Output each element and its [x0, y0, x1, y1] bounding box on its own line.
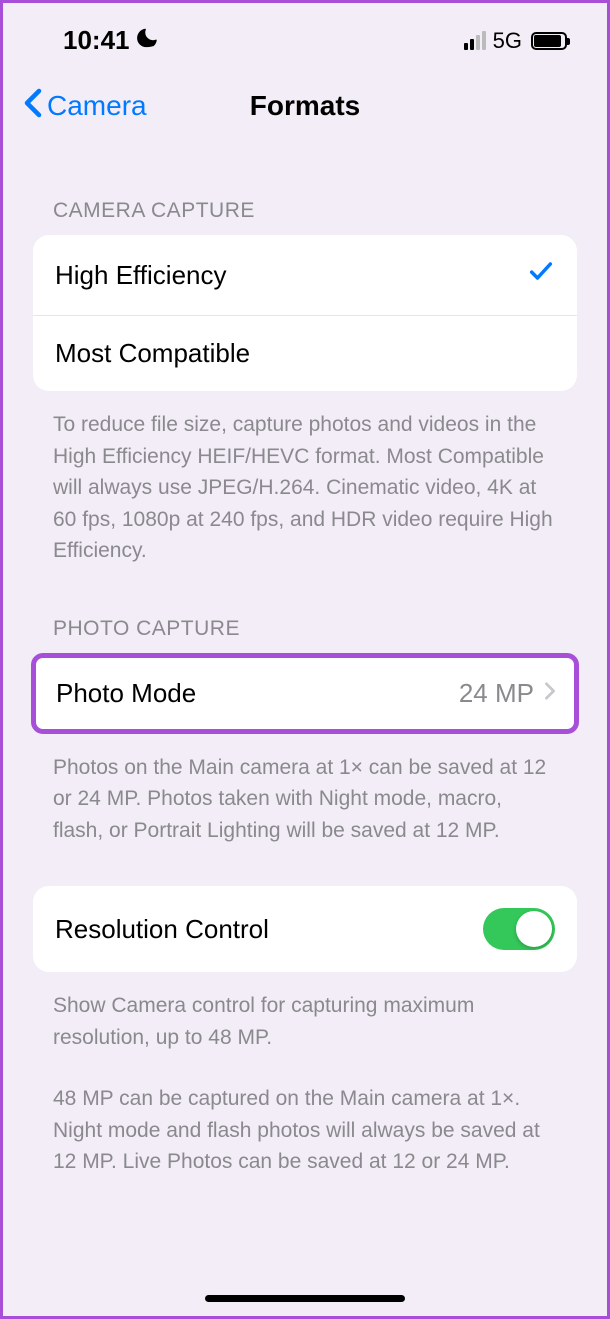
- battery-icon: [531, 32, 567, 50]
- status-time: 10:41: [63, 25, 130, 56]
- option-high-efficiency[interactable]: High Efficiency: [33, 235, 577, 315]
- photo-mode-value-group: 24 MP: [459, 678, 556, 709]
- photo-mode-group-highlighted: Photo Mode 24 MP: [31, 653, 579, 734]
- status-right-group: 5G: [464, 28, 567, 54]
- resolution-footer-1: Show Camera control for capturing maximu…: [3, 972, 607, 1053]
- status-time-group: 10:41: [63, 25, 157, 56]
- photo-mode-row[interactable]: Photo Mode 24 MP: [36, 658, 574, 729]
- checkmark-icon: [527, 257, 555, 293]
- option-most-compatible[interactable]: Most Compatible: [33, 315, 577, 391]
- chevron-right-icon: [544, 679, 556, 707]
- resolution-control-label: Resolution Control: [55, 914, 269, 945]
- chevron-left-icon: [23, 88, 43, 124]
- resolution-control-row[interactable]: Resolution Control: [33, 886, 577, 972]
- option-label: Most Compatible: [55, 338, 250, 369]
- camera-capture-footer: To reduce file size, capture photos and …: [3, 391, 607, 567]
- photo-mode-label: Photo Mode: [56, 678, 196, 709]
- toggle-knob: [516, 911, 552, 947]
- photo-mode-value: 24 MP: [459, 678, 534, 709]
- resolution-control-toggle[interactable]: [483, 908, 555, 950]
- back-button[interactable]: Camera: [23, 88, 147, 124]
- home-indicator[interactable]: [205, 1295, 405, 1302]
- camera-capture-group: High Efficiency Most Compatible: [33, 235, 577, 391]
- section-header-photo-capture: PHOTO CAPTURE: [3, 567, 607, 653]
- do-not-disturb-icon: [135, 27, 157, 55]
- resolution-footer-2: 48 MP can be captured on the Main camera…: [3, 1053, 607, 1178]
- status-bar: 10:41 5G: [3, 3, 607, 68]
- photo-capture-footer: Photos on the Main camera at 1× can be s…: [3, 734, 607, 847]
- network-type: 5G: [493, 28, 522, 54]
- navigation-bar: Camera Formats: [3, 68, 607, 149]
- resolution-control-group: Resolution Control: [33, 886, 577, 972]
- page-title: Formats: [250, 90, 360, 122]
- cellular-signal-icon: [464, 32, 486, 50]
- back-label: Camera: [47, 90, 147, 122]
- section-header-camera-capture: CAMERA CAPTURE: [3, 149, 607, 235]
- option-label: High Efficiency: [55, 260, 227, 291]
